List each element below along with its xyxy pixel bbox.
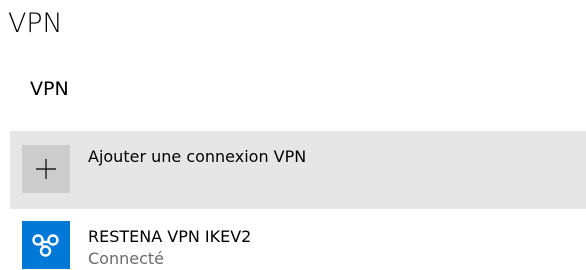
vpn-connection-status: Connecté <box>88 249 164 268</box>
vpn-key-icon <box>22 221 70 269</box>
add-tile <box>22 145 70 193</box>
page-title: VPN <box>8 8 63 39</box>
section-title: VPN <box>30 78 69 100</box>
add-vpn-connection-label: Ajouter une connexion VPN <box>88 147 307 166</box>
add-vpn-connection-button[interactable]: Ajouter une connexion VPN <box>10 131 586 209</box>
plus-icon <box>36 159 56 179</box>
vpn-connection-name: RESTENA VPN IKEV2 <box>88 227 252 246</box>
vpn-connection-item[interactable]: RESTENA VPN IKEV2 Connecté <box>10 210 586 269</box>
